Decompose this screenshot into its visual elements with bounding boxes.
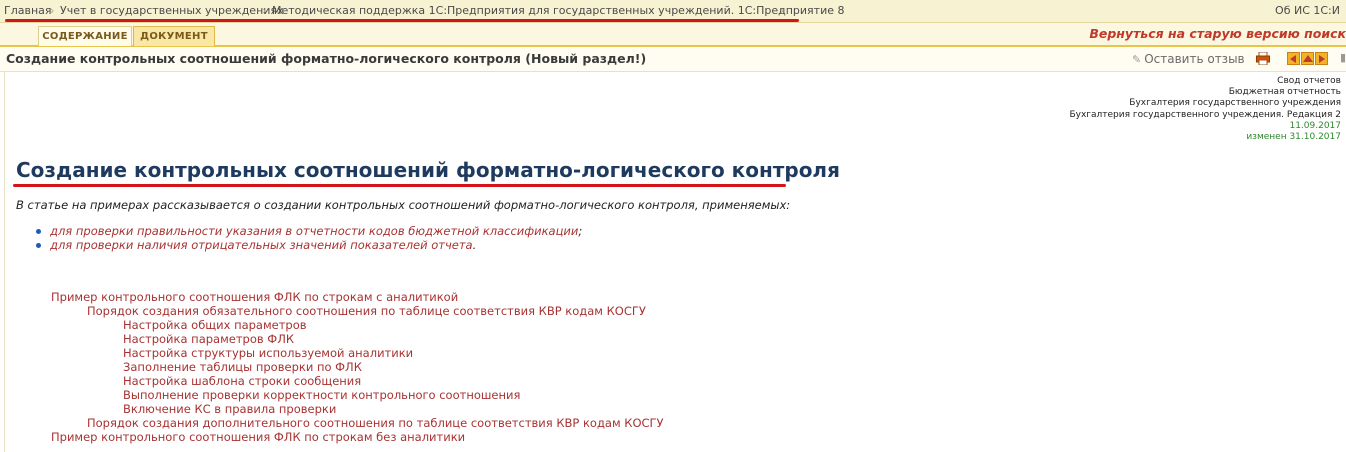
back-to-old-search-link[interactable]: Вернуться на старую версию поиск bbox=[1089, 26, 1346, 41]
heading-underline bbox=[13, 184, 786, 187]
toc-item[interactable]: Порядок создания дополнительного соотнош… bbox=[51, 416, 664, 430]
article-heading: Создание контрольных соотношений форматн… bbox=[16, 158, 840, 182]
meta-changed: изменен 31.10.2017 bbox=[1246, 132, 1341, 143]
toc-item[interactable]: Включение КС в правила проверки bbox=[51, 402, 664, 416]
toc-item[interactable]: Настройка общих параметров bbox=[51, 318, 664, 332]
intro-bullets: для проверки правильности указания в отч… bbox=[35, 224, 582, 252]
meta-line: Бухгалтерия государственного учреждения bbox=[1129, 98, 1341, 109]
meta-line: Бюджетная отчетность bbox=[1228, 87, 1341, 98]
document-content: Свод отчетов Бюджетная отчетность Бухгал… bbox=[4, 72, 1346, 452]
toc-item[interactable]: Настройка шаблона строки сообщения bbox=[51, 374, 664, 388]
toc-item[interactable]: Выполнение проверки корректности контрол… bbox=[51, 388, 664, 402]
bullet-tail: . bbox=[472, 238, 477, 252]
tab-contents[interactable]: СОДЕРЖАНИЕ bbox=[38, 26, 132, 46]
print-icon[interactable] bbox=[1256, 52, 1270, 65]
document-title: Создание контрольных соотношений форматн… bbox=[6, 51, 647, 66]
toc-item[interactable]: Пример контрольного соотношения ФЛК по с… bbox=[51, 290, 664, 304]
list-item: для проверки правильности указания в отч… bbox=[35, 224, 582, 238]
tab-bar: СОДЕРЖАНИЕ ДОКУМЕНТ Вернуться на старую … bbox=[0, 23, 1346, 47]
about-link[interactable]: Об ИС 1С:И bbox=[1275, 0, 1340, 22]
bullet-link[interactable]: для проверки правильности указания в отч… bbox=[50, 224, 578, 238]
bullet-tail: ; bbox=[578, 224, 583, 238]
highlight-underline bbox=[5, 19, 799, 22]
more-icon[interactable]: ▮ bbox=[1340, 51, 1346, 65]
bullet-link[interactable]: для проверки наличия отрицательных значе… bbox=[50, 238, 473, 252]
tab-document[interactable]: ДОКУМЕНТ bbox=[133, 26, 215, 46]
article-intro: В статье на примерах рассказывается о со… bbox=[16, 198, 791, 212]
feedback-label: Оставить отзыв bbox=[1144, 52, 1245, 66]
feedback-link[interactable]: ✎ Оставить отзыв bbox=[1132, 52, 1245, 66]
meta-line: Бухгалтерия государственного учреждения.… bbox=[1069, 109, 1341, 120]
breadcrumb: Главная › Учет в государственных учрежде… bbox=[0, 0, 1346, 23]
next-arrow-icon[interactable] bbox=[1315, 52, 1328, 65]
pencil-icon: ✎ bbox=[1132, 53, 1142, 66]
toc-item[interactable]: Настройка параметров ФЛК bbox=[51, 332, 664, 346]
toc-item[interactable]: Заполнение таблицы проверки по ФЛК bbox=[51, 360, 664, 374]
table-of-contents: Пример контрольного соотношения ФЛК по с… bbox=[51, 290, 664, 444]
document-toolbar: Создание контрольных соотношений форматн… bbox=[0, 47, 1346, 72]
toc-item[interactable]: Настройка структуры используемой аналити… bbox=[51, 346, 664, 360]
list-item: для проверки наличия отрицательных значе… bbox=[35, 238, 582, 252]
meta-date: 11.09.2017 bbox=[1289, 120, 1341, 131]
document-meta: Свод отчетов Бюджетная отчетность Бухгал… bbox=[1069, 76, 1341, 143]
toc-item[interactable]: Порядок создания обязательного соотношен… bbox=[51, 304, 664, 318]
previous-arrow-icon[interactable] bbox=[1287, 52, 1300, 65]
up-arrow-icon[interactable] bbox=[1301, 52, 1314, 65]
meta-line: Свод отчетов bbox=[1277, 76, 1341, 86]
toc-item[interactable]: Пример контрольного соотношения ФЛК по с… bbox=[51, 430, 664, 444]
